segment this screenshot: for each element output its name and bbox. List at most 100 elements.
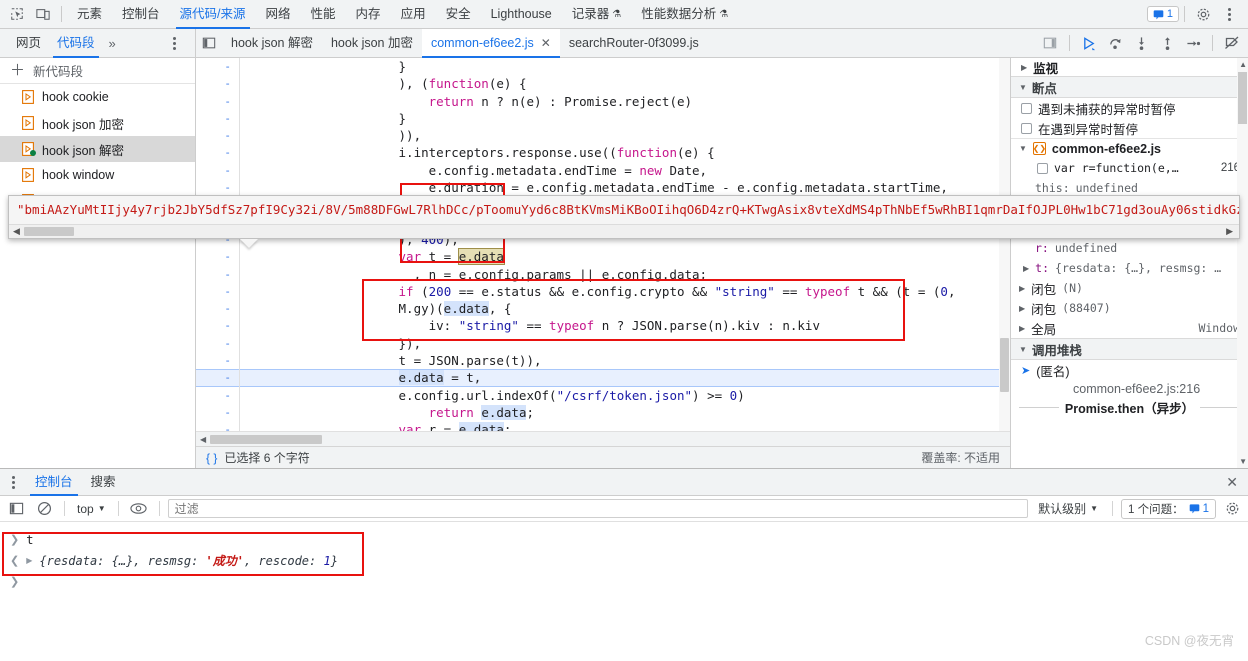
checkbox-icon[interactable] — [1021, 122, 1032, 134]
line-gutter[interactable]: - — [196, 58, 240, 76]
tab-lighthouse[interactable]: Lighthouse — [481, 0, 562, 29]
scope-row-closure-n[interactable]: ▶ 闭包 (N) — [1011, 278, 1248, 298]
scroll-right-arrow-icon[interactable]: ▶ — [1220, 226, 1239, 237]
chevron-right-icon[interactable]: ▶ — [1019, 284, 1025, 293]
debugger-vertical-scrollbar[interactable]: ▲ ▼ — [1237, 58, 1248, 468]
gear-icon[interactable] — [1220, 497, 1244, 521]
value-tooltip-scroll-thumb[interactable] — [23, 227, 74, 236]
line-gutter[interactable]: - — [196, 161, 240, 180]
tab-console[interactable]: 控制台 — [112, 0, 170, 29]
snippet-item-hook-cookie[interactable]: hook cookie — [0, 84, 195, 110]
navigator-kebab-icon[interactable] — [161, 31, 187, 57]
close-tab-icon[interactable]: ✕ — [541, 29, 551, 58]
editor-horizontal-scroll-thumb[interactable] — [210, 434, 323, 444]
tab-performance-insights[interactable]: 性能数据分析 ⚗ — [631, 0, 738, 29]
console-sidebar-icon[interactable] — [4, 497, 28, 521]
editor-tab-common-ef6ee2[interactable]: common-ef6ee2.js ✕ — [421, 28, 560, 58]
editor-horizontal-scrollbar[interactable]: ◀ — [196, 431, 1010, 446]
step-out-of-current-function-icon[interactable] — [1155, 31, 1179, 55]
clear-console-icon[interactable] — [32, 497, 56, 521]
line-gutter[interactable]: - — [196, 403, 240, 422]
nav-tab-snippets[interactable]: 代码段 — [49, 29, 103, 58]
scope-row-t[interactable]: ▶ t: {resdata: {…}, resmsg: … — [1011, 258, 1248, 278]
nav-more-tabs-icon[interactable]: » — [103, 36, 122, 51]
tab-network[interactable]: 网络 — [256, 0, 301, 29]
editor-tab-searchrouter[interactable]: searchRouter-0f3099.js — [560, 29, 708, 58]
line-gutter[interactable]: - — [196, 334, 240, 353]
snippet-item-hook-json-encrypt[interactable]: hook json 加密 — [0, 110, 195, 136]
checkbox-icon[interactable] — [1037, 162, 1048, 174]
snippet-item-hook-json-decrypt[interactable]: hook json 解密 — [0, 136, 195, 162]
pause-on-exceptions-row[interactable]: 在遇到异常时暂停 — [1011, 118, 1248, 138]
line-gutter[interactable]: - — [196, 352, 240, 370]
callstack-section-header[interactable]: ▼ 调用堆栈 — [1011, 338, 1248, 360]
new-snippet-button[interactable]: ＋ 新代码段 — [0, 58, 195, 84]
scroll-up-arrow-icon[interactable]: ▲ — [1239, 60, 1247, 69]
callstack-frame-row[interactable]: ➤ (匿名) — [1011, 360, 1248, 380]
line-gutter[interactable]: - — [196, 369, 240, 387]
tab-performance[interactable]: 性能 — [301, 0, 346, 29]
editor-vertical-scrollbar[interactable] — [999, 58, 1010, 431]
chevron-right-icon[interactable]: ▶ — [1019, 324, 1025, 333]
line-gutter[interactable]: - — [196, 265, 240, 283]
tab-security[interactable]: 安全 — [436, 0, 481, 29]
watch-section-header[interactable]: ▶ 监视 — [1011, 58, 1248, 76]
drawer-kebab-icon[interactable] — [0, 469, 26, 495]
drawer-tab-console[interactable]: 控制台 — [26, 469, 82, 496]
line-gutter[interactable]: - — [196, 317, 240, 335]
gear-icon[interactable] — [1190, 1, 1216, 27]
line-gutter[interactable]: - — [196, 282, 240, 301]
editor-vertical-scroll-thumb[interactable] — [1000, 338, 1009, 392]
debugger-scroll-thumb[interactable] — [1238, 72, 1247, 124]
line-gutter[interactable]: - — [196, 421, 240, 431]
line-gutter[interactable]: - — [196, 144, 240, 162]
chevron-right-icon[interactable]: ▶ — [1023, 264, 1029, 273]
tab-memory[interactable]: 内存 — [346, 0, 391, 29]
console-filter-input[interactable] — [167, 499, 1029, 518]
breakpoint-entry-row[interactable]: var r=function(e,… 216 — [1011, 158, 1248, 178]
kebab-menu-icon[interactable] — [1216, 1, 1242, 27]
tab-elements[interactable]: 元素 — [67, 0, 112, 29]
scope-row-global[interactable]: ▶ 全局 Window — [1011, 318, 1248, 338]
tab-sources[interactable]: 源代码/来源 — [170, 0, 256, 29]
line-gutter[interactable]: - — [196, 300, 240, 318]
console-issues-button[interactable]: 1 个问题： 1 — [1121, 498, 1216, 519]
checkbox-icon[interactable] — [1021, 102, 1032, 114]
device-toolbar-icon[interactable] — [30, 1, 56, 27]
step-icon[interactable] — [1181, 31, 1205, 55]
line-gutter[interactable]: - — [196, 248, 240, 266]
scope-row-closure-88407[interactable]: ▶ 闭包 (88407) — [1011, 298, 1248, 318]
show-navigator-icon[interactable] — [196, 36, 222, 50]
line-gutter[interactable]: - — [196, 127, 240, 145]
log-level-selector[interactable]: 默认级别 ▼ — [1032, 500, 1104, 517]
nav-tab-page[interactable]: 网页 — [8, 29, 49, 58]
deactivate-breakpoints-icon[interactable] — [1220, 31, 1244, 55]
drawer-tab-search[interactable]: 搜索 — [82, 469, 125, 496]
editor-tab-hook-json-decrypt[interactable]: hook json 解密 — [222, 29, 322, 58]
editor-tab-hook-json-encrypt[interactable]: hook json 加密 — [322, 29, 422, 58]
show-debugger-sidebar-icon[interactable] — [1038, 31, 1062, 55]
tab-application[interactable]: 应用 — [391, 0, 436, 29]
pretty-print-icon[interactable]: { } — [206, 451, 217, 465]
breakpoints-section-header[interactable]: ▼ 断点 — [1011, 76, 1248, 98]
step-over-next-function-call-icon[interactable] — [1103, 31, 1127, 55]
step-into-next-function-call-icon[interactable] — [1129, 31, 1153, 55]
line-gutter[interactable]: - — [196, 75, 240, 93]
inspect-element-icon[interactable] — [4, 1, 30, 27]
breakpoint-file-row[interactable]: ▼ ❮❯ common-ef6ee2.js — [1011, 138, 1248, 158]
pause-on-uncaught-exceptions-row[interactable]: 遇到未捕获的异常时暂停 — [1011, 98, 1248, 118]
tab-recorder[interactable]: 记录器 ⚗ — [562, 0, 631, 29]
issues-counter-button[interactable]: 1 — [1146, 6, 1179, 22]
code-content[interactable]: - } - ), (function(e) { - return n ? n(e… — [196, 58, 1010, 431]
close-drawer-icon[interactable]: ✕ — [1216, 474, 1248, 491]
scroll-down-arrow-icon[interactable]: ▼ — [1239, 457, 1247, 466]
chevron-right-icon[interactable]: ▶ — [1019, 304, 1025, 313]
line-gutter[interactable]: - — [196, 179, 240, 197]
console-message-list[interactable]: ❯ t ❮ ▶ {resdata: {…}, resmsg: '成功', res… — [0, 522, 1248, 661]
value-tooltip-scrollbar[interactable]: ◀ ▶ — [9, 224, 1239, 238]
line-gutter[interactable]: - — [196, 92, 240, 110]
scroll-left-arrow-icon[interactable]: ◀ — [196, 435, 210, 444]
line-gutter[interactable]: - — [196, 386, 240, 404]
resume-script-execution-icon[interactable] — [1077, 31, 1101, 55]
line-gutter[interactable]: - — [196, 109, 240, 128]
